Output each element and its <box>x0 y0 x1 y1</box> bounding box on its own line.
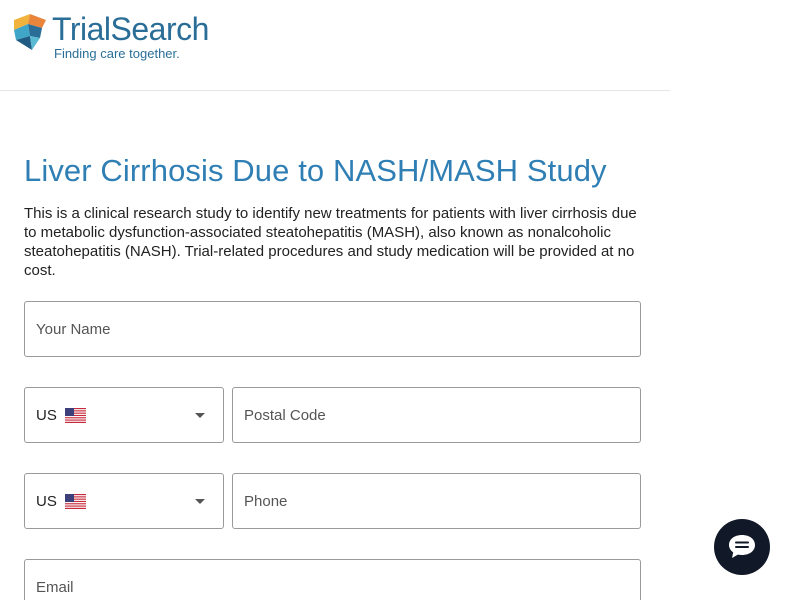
name-field-wrapper <box>24 301 641 357</box>
logo-mark-icon <box>14 14 46 50</box>
postal-field-wrapper <box>232 387 641 443</box>
us-flag-icon <box>64 493 86 509</box>
phone-country-select[interactable]: US <box>24 473 224 529</box>
chevron-down-icon <box>195 413 205 418</box>
phone-field-wrapper <box>232 473 641 529</box>
us-flag-icon <box>64 407 86 423</box>
brand-name: TrialSearch <box>52 11 209 47</box>
chevron-down-icon <box>195 499 205 504</box>
email-field-wrapper <box>24 559 641 600</box>
phone-country-code: US <box>36 492 57 510</box>
email-input[interactable] <box>25 560 640 600</box>
postal-country-select[interactable]: US <box>24 387 224 443</box>
study-description: This is a clinical research study to ide… <box>24 205 637 279</box>
chat-button[interactable] <box>714 519 770 575</box>
study-content: Liver Cirrhosis Due to NASH/MASH Study T… <box>24 150 641 280</box>
page: TrialSearch Finding care together. Liver… <box>0 0 800 600</box>
brand-tagline: Finding care together. <box>54 46 180 61</box>
trialsearch-logo[interactable]: TrialSearch Finding care together. <box>12 12 209 61</box>
site-header: TrialSearch Finding care together. <box>0 0 670 91</box>
postal-code-input[interactable] <box>233 388 640 442</box>
postal-country-code: US <box>36 406 57 424</box>
phone-input[interactable] <box>233 474 640 528</box>
page-title: Liver Cirrhosis Due to NASH/MASH Study <box>24 153 607 188</box>
chat-bubble-icon <box>729 535 755 558</box>
name-input[interactable] <box>25 302 640 356</box>
